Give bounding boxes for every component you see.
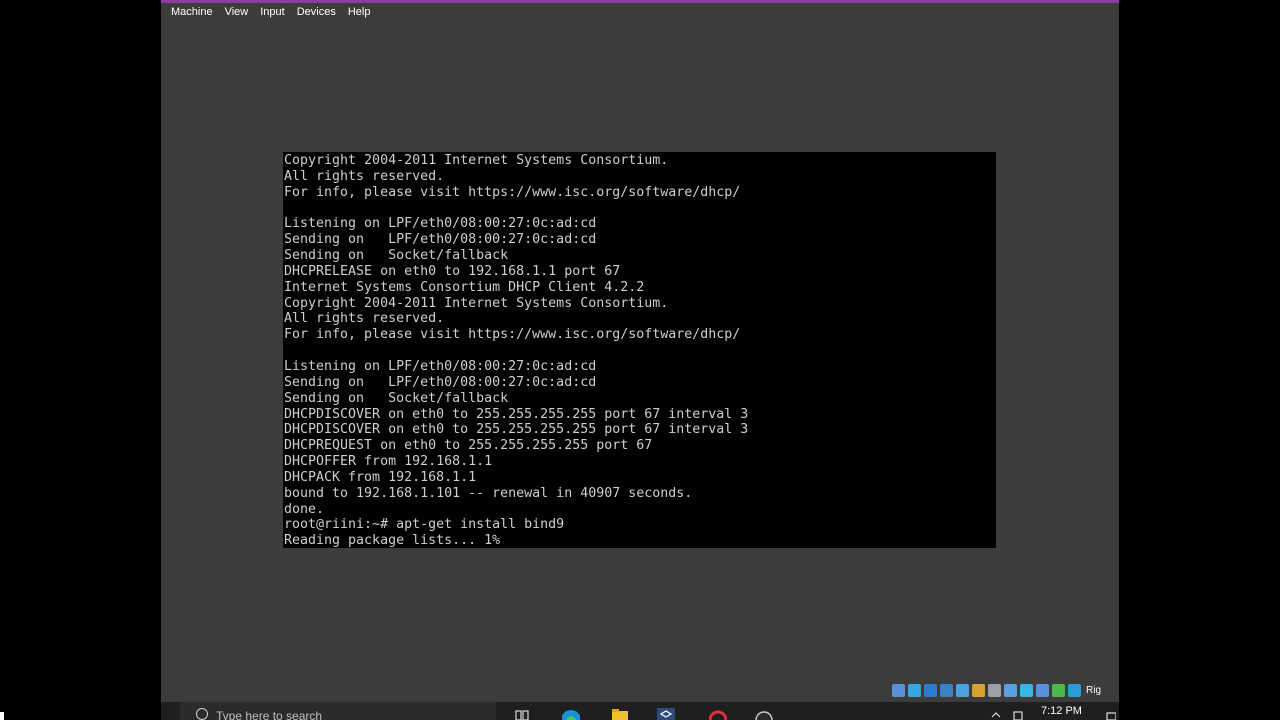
file-explorer-icon[interactable] xyxy=(611,708,629,720)
menu-machine[interactable]: Machine xyxy=(161,3,219,21)
taskbar-clock[interactable]: 7:12 PM xyxy=(1041,705,1082,717)
start-button-edge[interactable] xyxy=(0,712,4,720)
terminal-line: root@riini:~# apt-get install bind9 xyxy=(284,517,565,533)
terminal-line: DHCPDISCOVER on eth0 to 255.255.255.255 … xyxy=(284,422,749,438)
terminal-line: DHCPACK from 192.168.1.1 xyxy=(284,469,477,485)
display-icon[interactable] xyxy=(988,683,1001,697)
terminal-line: DHCPREQUEST on eth0 to 255.255.255.255 p… xyxy=(284,438,653,454)
terminal-line: For info, please visit https://www.isc.o… xyxy=(284,184,741,200)
menu-input[interactable]: Input xyxy=(254,3,290,21)
usb-icon[interactable] xyxy=(956,683,969,697)
chevron-up-icon[interactable] xyxy=(991,710,1001,720)
terminal-line: Listening on LPF/eth0/08:00:27:0c:ad:cd xyxy=(284,358,597,374)
terminal-line: Internet Systems Consortium DHCP Client … xyxy=(284,279,645,295)
windows-taskbar: Type here to search 7:12 PM xyxy=(161,702,1119,720)
shared-folder-icon[interactable] xyxy=(972,683,985,697)
menu-view[interactable]: View xyxy=(219,3,255,21)
host-key-label: Rig xyxy=(1086,684,1102,696)
obs-icon[interactable] xyxy=(755,708,773,720)
video-capture-icon[interactable] xyxy=(1004,683,1017,697)
terminal-line: done. xyxy=(284,501,325,517)
network-tray-icon[interactable] xyxy=(1013,710,1023,720)
vm-status-bar: Rig xyxy=(892,682,1101,698)
virtualbox-window: Machine View Input Devices Help Copyrigh… xyxy=(161,0,1119,720)
terminal-line: Sending on Socket/fallback xyxy=(284,248,509,264)
terminal-line: Copyright 2004-2011 Internet Systems Con… xyxy=(284,153,669,168)
optical-drive-icon[interactable] xyxy=(908,683,921,697)
terminal-line: DHCPDISCOVER on eth0 to 255.255.255.255 … xyxy=(284,406,749,422)
task-view-icon[interactable] xyxy=(513,708,531,720)
terminal-line: bound to 192.168.1.101 -- renewal in 409… xyxy=(284,485,693,501)
opera-icon[interactable] xyxy=(709,708,727,720)
menu-help[interactable]: Help xyxy=(342,3,377,21)
vm-console-screen[interactable]: Copyright 2004-2011 Internet Systems Con… xyxy=(283,152,996,548)
terminal-line: All rights reserved. xyxy=(284,168,445,184)
cpu-icon[interactable] xyxy=(1036,683,1049,697)
arrow-icon[interactable] xyxy=(1052,683,1065,697)
keyboard-icon[interactable] xyxy=(1068,683,1081,697)
terminal-line: Sending on Socket/fallback xyxy=(284,390,509,406)
notification-icon[interactable] xyxy=(1106,710,1116,720)
search-icon xyxy=(196,708,208,720)
mouse-integration-icon[interactable] xyxy=(1020,683,1033,697)
network-icon[interactable] xyxy=(940,683,953,697)
terminal-line: Sending on LPF/eth0/08:00:27:0c:ad:cd xyxy=(284,232,597,248)
harddisk-icon[interactable] xyxy=(892,683,905,697)
search-placeholder: Type here to search xyxy=(216,709,323,720)
taskbar-search-box[interactable]: Type here to search xyxy=(180,702,496,720)
terminal-output: Copyright 2004-2011 Internet Systems Con… xyxy=(284,153,748,548)
terminal-line: Listening on LPF/eth0/08:00:27:0c:ad:cd xyxy=(284,216,597,232)
audio-icon[interactable] xyxy=(924,683,937,697)
menu-devices[interactable]: Devices xyxy=(291,3,342,21)
virtualbox-icon[interactable] xyxy=(657,708,675,720)
menu-bar: Machine View Input Devices Help xyxy=(161,3,1119,21)
edge-icon[interactable] xyxy=(562,708,580,720)
terminal-line: For info, please visit https://www.isc.o… xyxy=(284,327,741,343)
terminal-line: DHCPOFFER from 192.168.1.1 xyxy=(284,454,493,470)
terminal-line: All rights reserved. xyxy=(284,311,445,327)
terminal-line: Reading package lists... 1% xyxy=(284,533,501,548)
terminal-line: Copyright 2004-2011 Internet Systems Con… xyxy=(284,295,669,311)
terminal-line: Sending on LPF/eth0/08:00:27:0c:ad:cd xyxy=(284,374,597,390)
terminal-line: DHCPRELEASE on eth0 to 192.168.1.1 port … xyxy=(284,263,621,279)
